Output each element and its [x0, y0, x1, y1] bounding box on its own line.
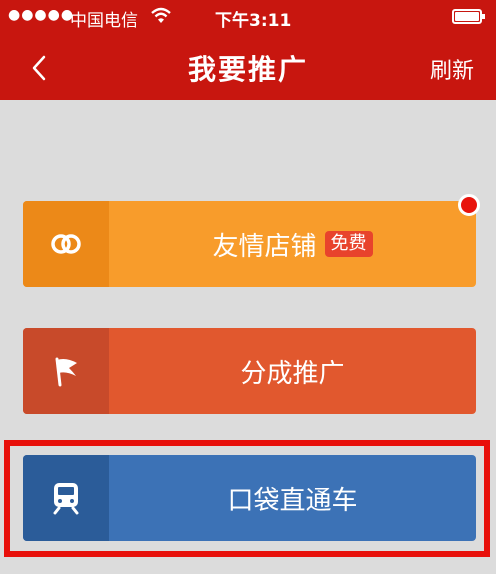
status-time: 下午3:11 [215, 11, 292, 31]
card-label: 分成推广 [240, 358, 345, 389]
flag-icon [23, 328, 109, 414]
nav-bar: 我要推广 刷新 [0, 34, 496, 100]
highlight-box [4, 440, 490, 557]
carrier-name: 中国电信 [70, 11, 138, 31]
page-title: 我要推广 [187, 53, 308, 86]
wifi-icon [150, 4, 172, 31]
card-label: 友情店铺 [212, 231, 317, 262]
status-bar: ●●●●● 中国电信 下午3:11 [0, 0, 496, 34]
card-friendly-store[interactable]: 友情店铺 免费 [23, 201, 476, 287]
card-commission-promotion[interactable]: 分成推广 [23, 328, 476, 414]
rings-icon [23, 201, 109, 287]
signal-strength: ●●●●● [8, 7, 75, 23]
battery-icon [452, 9, 485, 24]
refresh-button[interactable]: 刷新 [430, 53, 474, 85]
card-label-wrap: 友情店铺 免费 [109, 201, 476, 287]
card-label-wrap: 分成推广 [109, 328, 476, 414]
notification-dot [458, 194, 480, 216]
free-badge: 免费 [324, 231, 373, 257]
